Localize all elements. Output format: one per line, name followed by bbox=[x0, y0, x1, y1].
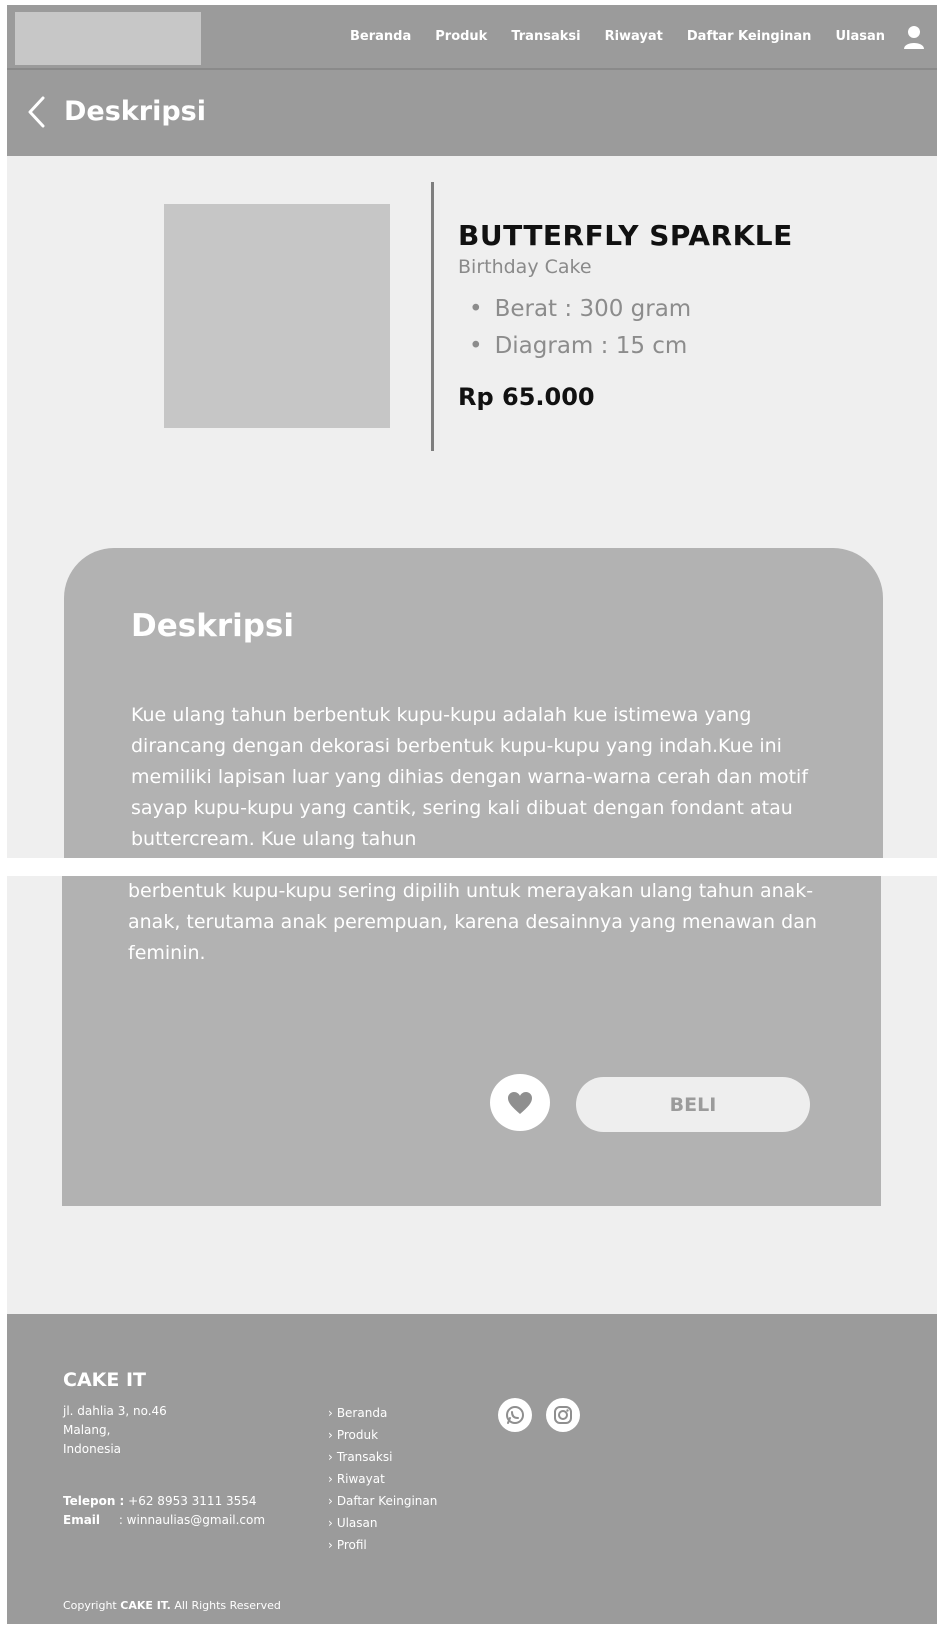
navbar: Beranda Produk Transaksi Riwayat Daftar … bbox=[7, 5, 937, 70]
footer-link-daftar-keinginan[interactable]: Daftar Keinginan bbox=[328, 1490, 438, 1512]
footer-links: Beranda Produk Transaksi Riwayat Daftar … bbox=[328, 1402, 438, 1556]
description-text: Kue ulang tahun berbentuk kupu-kupu adal… bbox=[131, 704, 809, 850]
address-line: Indonesia bbox=[63, 1442, 122, 1456]
footer-link-ulasan[interactable]: Ulasan bbox=[328, 1512, 437, 1534]
phone-value: +62 8953 3111 3554 bbox=[128, 1494, 257, 1508]
footer: CAKE IT jl. dahlia 3, no.46 Malang, Indo… bbox=[7, 1314, 937, 1624]
copyright: Copyright CAKE IT. All Rights Reserved bbox=[63, 1599, 281, 1612]
copyright-prefix: Copyright bbox=[63, 1599, 117, 1612]
copyright-brand: CAKE IT. bbox=[120, 1599, 171, 1612]
product-price: Rp 65.000 bbox=[458, 383, 595, 411]
address-line: Malang, bbox=[63, 1423, 111, 1437]
instagram-button[interactable] bbox=[546, 1398, 580, 1432]
wishlist-button[interactable] bbox=[490, 1074, 550, 1131]
footer-link-profil[interactable]: Profil bbox=[328, 1534, 437, 1556]
email-label: Email bbox=[63, 1513, 101, 1527]
page-header: Deskripsi bbox=[7, 70, 937, 156]
nav-links: Beranda Produk Transaksi Riwayat Daftar … bbox=[350, 29, 885, 44]
nav-riwayat[interactable]: Riwayat bbox=[605, 29, 663, 44]
address-line: jl. dahlia 3, no.46 bbox=[63, 1404, 167, 1418]
logo-placeholder[interactable] bbox=[15, 12, 201, 65]
footer-link-riwayat[interactable]: Riwayat bbox=[328, 1468, 437, 1490]
description-card-continued: berbentuk kupu-kupu sering dipilih untuk… bbox=[62, 876, 881, 1206]
user-icon[interactable] bbox=[903, 25, 925, 51]
footer-link-beranda[interactable]: Beranda bbox=[328, 1402, 437, 1424]
product-category: Birthday Cake bbox=[458, 256, 592, 278]
footer-address: jl. dahlia 3, no.46 Malang, Indonesia bbox=[63, 1402, 167, 1459]
instagram-icon bbox=[554, 1406, 572, 1424]
page-bottom-section: berbentuk kupu-kupu sering dipilih untuk… bbox=[7, 876, 937, 1624]
product-image-placeholder bbox=[164, 204, 390, 428]
description-title: Deskripsi bbox=[131, 608, 295, 644]
description-card: Deskripsi Kue ulang tahun berbentuk kupu… bbox=[64, 548, 883, 858]
nav-ulasan[interactable]: Ulasan bbox=[835, 29, 885, 44]
email-value: : winnaulias@gmail.com bbox=[118, 1513, 266, 1527]
email-row: Email : winnaulias@gmail.com bbox=[63, 1511, 265, 1530]
nav-transaksi[interactable]: Transaksi bbox=[511, 29, 580, 44]
footer-link-produk[interactable]: Produk bbox=[328, 1424, 437, 1446]
back-arrow-icon[interactable] bbox=[25, 95, 49, 129]
social-links bbox=[498, 1398, 580, 1432]
spec-weight: Berat : 300 gram bbox=[469, 291, 692, 328]
footer-brand: CAKE IT bbox=[63, 1369, 146, 1391]
whatsapp-button[interactable] bbox=[498, 1398, 532, 1432]
product-spec-list: Berat : 300 gram Diagram : 15 cm bbox=[469, 291, 692, 365]
footer-contact: Telepon : +62 8953 3111 3554 Email : win… bbox=[63, 1492, 265, 1530]
buy-button[interactable]: BELI bbox=[576, 1077, 810, 1132]
vertical-divider bbox=[431, 182, 434, 451]
phone-label: Telepon : bbox=[63, 1494, 125, 1508]
nav-beranda[interactable]: Beranda bbox=[350, 29, 411, 44]
copyright-suffix: All Rights Reserved bbox=[174, 1599, 281, 1612]
whatsapp-icon bbox=[506, 1406, 524, 1424]
heart-icon bbox=[508, 1091, 532, 1114]
page-title: Deskripsi bbox=[64, 96, 206, 127]
footer-link-transaksi[interactable]: Transaksi bbox=[328, 1446, 437, 1468]
product-name: BUTTERFLY SPARKLE bbox=[458, 219, 793, 252]
nav-daftar-keinginan[interactable]: Daftar Keinginan bbox=[687, 29, 812, 44]
page-top-section: Beranda Produk Transaksi Riwayat Daftar … bbox=[7, 5, 937, 858]
nav-produk[interactable]: Produk bbox=[435, 29, 487, 44]
spec-diameter: Diagram : 15 cm bbox=[469, 328, 691, 365]
phone-row: Telepon : +62 8953 3111 3554 bbox=[63, 1492, 265, 1511]
description-text-continued: berbentuk kupu-kupu sering dipilih untuk… bbox=[128, 880, 817, 964]
